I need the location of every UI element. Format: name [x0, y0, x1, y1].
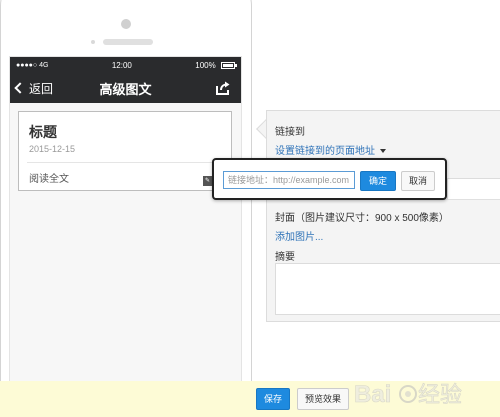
phone-screen: ●●●●○ 4G 12:00 100% 返回 高级图文 标题 2015-12-1…: [9, 56, 242, 417]
link-input-field[interactable]: [447, 178, 500, 200]
edit-handle-icon[interactable]: ✎: [203, 176, 212, 186]
set-link-dropdown[interactable]: 设置链接到的页面地址: [275, 142, 386, 157]
signal-indicator: ●●●●○ 4G: [16, 62, 48, 69]
svg-text:经验: 经验: [418, 382, 462, 407]
svg-text:Bai: Bai: [354, 381, 391, 408]
carrier-signal: ●●●●○ 4G: [16, 61, 49, 69]
summary-textarea[interactable]: [275, 263, 500, 315]
back-label: 返回: [29, 81, 54, 96]
battery-percent: 100%: [195, 60, 216, 70]
cancel-button[interactable]: 取消: [401, 171, 435, 191]
article-card[interactable]: 标题 2015-12-15 阅读全文: [18, 111, 232, 191]
article-title: 标题: [29, 124, 57, 140]
battery-fill: [222, 63, 233, 67]
article-date: 2015-12-15: [29, 144, 76, 154]
save-button[interactable]: 保存: [256, 388, 290, 410]
battery-indicator: 100%: [195, 60, 237, 70]
sensor-dot: [91, 40, 95, 44]
editor-panel: 链接到 设置链接到的页面地址 封面（图片建议尺寸：900 x 500像素） 添加…: [266, 110, 500, 322]
baidu-watermark-logo: Bai 经验: [354, 381, 463, 409]
link-url-input[interactable]: [223, 171, 355, 189]
back-button[interactable]: 返回: [14, 73, 54, 103]
card-divider: [27, 162, 223, 163]
cover-label: 封面（图片建议尺寸：900 x 500像素）: [275, 213, 449, 224]
status-bar: ●●●●○ 4G 12:00 100%: [10, 57, 241, 73]
stage: ●●●●○ 4G 12:00 100% 返回 高级图文 标题 2015-12-1…: [0, 0, 500, 417]
summary-label: 摘要: [275, 252, 295, 263]
set-link-label: 设置链接到的页面地址: [275, 146, 375, 157]
page-title: 高级图文: [99, 81, 152, 97]
nav-bar: 返回 高级图文: [10, 73, 241, 103]
chevron-left-icon: [14, 82, 26, 94]
speaker-grille: [103, 39, 153, 45]
share-icon[interactable]: [215, 80, 231, 96]
preview-button[interactable]: 预览效果: [297, 388, 349, 410]
read-more-link[interactable]: 阅读全文: [29, 170, 69, 185]
caret-down-icon: [380, 149, 386, 154]
camera-icon: [121, 19, 131, 29]
status-time: 12:00: [111, 60, 132, 70]
link-to-label: 链接到: [275, 127, 305, 138]
add-image-link[interactable]: 添加图片...: [275, 228, 323, 243]
link-popup: 确定 取消: [212, 158, 447, 200]
battery-icon: [220, 61, 237, 69]
confirm-button[interactable]: 确定: [360, 171, 396, 191]
